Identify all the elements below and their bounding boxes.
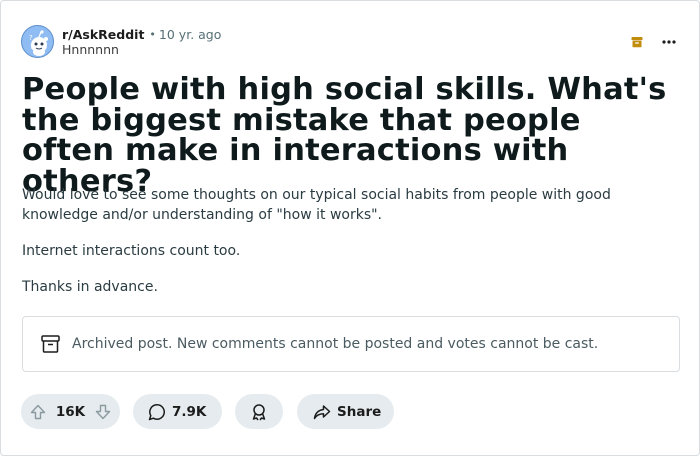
archive-badge-icon	[629, 34, 645, 50]
arrow-down-icon	[95, 404, 111, 419]
vote-control: 16K	[21, 394, 120, 429]
share-label: Share	[337, 403, 382, 420]
meta-separator: •	[149, 27, 156, 41]
downvote-button[interactable]	[93, 402, 113, 422]
vote-count: 16K	[55, 403, 86, 420]
comment-count: 7.9K	[172, 403, 207, 420]
subreddit-avatar[interactable]: ? ?	[21, 25, 54, 58]
award-button[interactable]	[235, 394, 283, 429]
post-actions-bar: 16K 7.9K Share	[21, 394, 394, 429]
post-meta: r/AskReddit • 10 yr. ago Hnnnnnn	[62, 26, 221, 58]
body-paragraph: Internet interactions count too.	[22, 243, 241, 259]
archive-box-icon	[39, 333, 61, 355]
subreddit-link[interactable]: r/AskReddit	[62, 27, 144, 42]
post-meta-row: r/AskReddit • 10 yr. ago	[62, 26, 221, 42]
ellipsis-icon	[662, 40, 676, 44]
svg-text:?: ?	[29, 34, 33, 42]
more-options-button[interactable]	[659, 34, 679, 50]
post-title: People with high social skills. What's t…	[22, 72, 667, 199]
speech-bubble-icon	[147, 402, 167, 422]
post-header: ? ? r/AskReddit • 10 yr. ago Hnnnnnn	[21, 25, 679, 59]
snoo-icon: ? ?	[29, 30, 48, 56]
award-ribbon-icon	[249, 402, 269, 422]
svg-text:?: ?	[30, 44, 33, 51]
body-paragraph: Would love to see some thoughts on our t…	[22, 187, 611, 223]
post-body: Would love to see some thoughts on our t…	[22, 185, 662, 297]
upvote-button[interactable]	[28, 402, 48, 422]
header-actions	[629, 34, 679, 50]
share-arrow-icon	[312, 402, 332, 422]
comments-button[interactable]: 7.9K	[133, 394, 222, 429]
post-timestamp: 10 yr. ago	[158, 26, 222, 42]
share-button[interactable]: Share	[297, 394, 394, 429]
archived-notice-text: Archived post. New comments cannot be po…	[72, 336, 599, 352]
post-card: ? ? r/AskReddit • 10 yr. ago Hnnnnnn Peo…	[0, 0, 700, 456]
author-link[interactable]: Hnnnnnn	[62, 42, 221, 58]
arrow-up-icon	[30, 404, 46, 419]
body-paragraph: Thanks in advance.	[22, 279, 158, 295]
archived-notice: Archived post. New comments cannot be po…	[22, 316, 680, 372]
